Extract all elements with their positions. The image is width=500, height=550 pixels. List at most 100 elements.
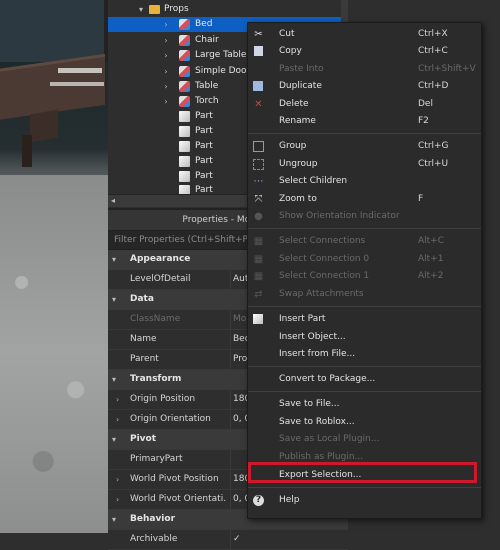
part-icon (179, 111, 190, 122)
tree-item-label: Part (195, 156, 213, 166)
model-icon (179, 19, 190, 30)
menu-item-label: Duplicate (279, 81, 322, 91)
menu-item-swap-attachments[interactable]: ⇄ Swap Attachments (248, 286, 481, 303)
chevron-right-icon[interactable]: › (116, 490, 119, 509)
model-icon (179, 50, 190, 61)
menu-item-insert-object[interactable]: Insert Object... (248, 329, 481, 346)
menu-item-label: Insert from File... (279, 349, 356, 359)
menu-item-label: Delete (279, 99, 309, 109)
menu-item-select-connection-0[interactable]: ▦ Select Connection 0 Alt+1 (248, 251, 481, 268)
menu-item-label: Save to Roblox... (279, 417, 355, 427)
chevron-right-icon[interactable]: › (161, 79, 171, 94)
chevron-right-icon[interactable]: › (161, 64, 171, 79)
paste-icon (253, 64, 264, 75)
viewport-3d[interactable] (0, 0, 108, 533)
chevron-right-icon[interactable]: › (161, 48, 171, 63)
bed-rail (50, 82, 104, 86)
tree-item-label: Part (195, 141, 213, 151)
menu-item-label: Save as Local Plugin... (279, 434, 380, 444)
menu-item-cut[interactable]: ✂ Cut Ctrl+X (248, 26, 481, 43)
menu-separator (248, 366, 481, 367)
menu-item-ungroup[interactable]: Ungroup Ctrl+U (248, 156, 481, 173)
orientation-indicator-icon: ● (254, 211, 263, 222)
copy-icon (254, 46, 263, 56)
tree-item-label: Part (195, 111, 213, 121)
menu-item-help[interactable]: ? Help (248, 492, 481, 509)
menu-item-save-to-roblox[interactable]: Save to Roblox... (248, 414, 481, 431)
part-icon (179, 141, 190, 152)
chevron-right-icon[interactable]: › (161, 94, 171, 109)
menu-item-select-connection-1[interactable]: ▦ Select Connection 1 Alt+2 (248, 268, 481, 285)
menu-item-convert-to-package[interactable]: Convert to Package... (248, 371, 481, 388)
ungroup-icon (253, 159, 264, 170)
menu-item-zoom-to[interactable]: ⤧ Zoom to F (248, 191, 481, 208)
menu-item-label: Select Connections (279, 236, 366, 246)
select-children-icon: ⋯ (253, 176, 264, 187)
property-value[interactable]: Pro (230, 350, 247, 369)
menu-item-label: Help (279, 495, 300, 505)
property-value[interactable] (230, 450, 233, 469)
tree-item-label: Props (164, 4, 189, 14)
property-name: ClassName (130, 314, 181, 324)
menu-item-delete[interactable]: ✕ Delete Del (248, 96, 481, 113)
swap-attachments-icon: ⇄ (254, 289, 263, 300)
menu-item-shortcut: F2 (418, 116, 429, 126)
tree-item-label: Part (195, 126, 213, 136)
part-icon (179, 171, 190, 182)
property-value: Mo (230, 310, 246, 329)
menu-item-rename[interactable]: Rename F2 (248, 113, 481, 130)
menu-item-shortcut: Ctrl+D (418, 81, 449, 91)
menu-item-select-children[interactable]: ⋯ Select Children (248, 173, 481, 190)
tree-item-label: Part (195, 171, 213, 181)
chevron-down-icon[interactable]: ▾ (112, 370, 116, 389)
menu-item-shortcut: Ctrl+Shift+V (418, 64, 476, 74)
menu-item-save-to-file[interactable]: Save to File... (248, 396, 481, 413)
section-label: Pivot (130, 434, 157, 444)
menu-item-duplicate[interactable]: Duplicate Ctrl+D (248, 78, 481, 95)
chevron-right-icon[interactable]: › (116, 410, 119, 429)
menu-item-shortcut: Ctrl+U (418, 159, 449, 169)
property-name: Name (130, 334, 157, 344)
scroll-left-icon[interactable]: ◂ (111, 195, 115, 207)
tree-item-label: Part (195, 185, 213, 194)
tree-item-props[interactable]: ▾ Props (108, 2, 348, 17)
property-archivable[interactable]: Archivable ✓ (108, 530, 348, 550)
menu-item-shortcut: Alt+1 (418, 254, 444, 264)
chevron-right-icon[interactable]: › (161, 17, 171, 32)
menu-item-insert-part[interactable]: Insert Part (248, 311, 481, 328)
menu-item-label: Swap Attachments (279, 289, 364, 299)
menu-separator (248, 133, 481, 134)
chevron-right-icon[interactable]: › (161, 33, 171, 48)
context-menu: ✂ Cut Ctrl+X Copy Ctrl+C Paste Into Ctrl… (247, 22, 482, 519)
menu-item-save-as-local-plugin[interactable]: Save as Local Plugin... (248, 431, 481, 448)
menu-item-shortcut: Alt+2 (418, 271, 444, 281)
menu-item-paste-into[interactable]: Paste Into Ctrl+Shift+V (248, 61, 481, 78)
menu-item-insert-from-file[interactable]: Insert from File... (248, 346, 481, 363)
menu-item-label: Insert Object... (279, 332, 346, 342)
section-label: Data (130, 294, 154, 304)
menu-item-show-orientation-indicator[interactable]: ● Show Orientation Indicator (248, 208, 481, 225)
menu-item-copy[interactable]: Copy Ctrl+C (248, 43, 481, 60)
chevron-down-icon[interactable]: ▾ (112, 510, 116, 529)
tree-item-label: Table (195, 81, 219, 91)
chevron-right-icon[interactable]: › (116, 390, 119, 409)
part-icon (179, 126, 190, 137)
menu-item-label: Group (279, 141, 307, 151)
tree-item-label: Bed (195, 19, 213, 29)
chevron-right-icon[interactable]: › (116, 470, 119, 489)
chevron-down-icon[interactable]: ▾ (136, 2, 146, 17)
property-name: Origin Orientation (130, 414, 211, 424)
tree-item-label: Large Table (195, 50, 247, 60)
menu-item-shortcut: Ctrl+X (418, 29, 448, 39)
chevron-down-icon[interactable]: ▾ (112, 290, 116, 309)
property-name: Origin Position (130, 394, 196, 404)
tree-item-label: Chair (195, 35, 219, 45)
chevron-down-icon[interactable]: ▾ (112, 430, 116, 449)
property-name: PrimaryPart (130, 454, 183, 464)
chevron-down-icon[interactable]: ▾ (112, 250, 116, 269)
menu-item-shortcut: Del (418, 99, 433, 109)
duplicate-icon (253, 81, 263, 91)
menu-item-group[interactable]: Group Ctrl+G (248, 138, 481, 155)
menu-item-select-connections[interactable]: ▦ Select Connections Alt+C (248, 233, 481, 250)
property-name: Parent (130, 354, 159, 364)
